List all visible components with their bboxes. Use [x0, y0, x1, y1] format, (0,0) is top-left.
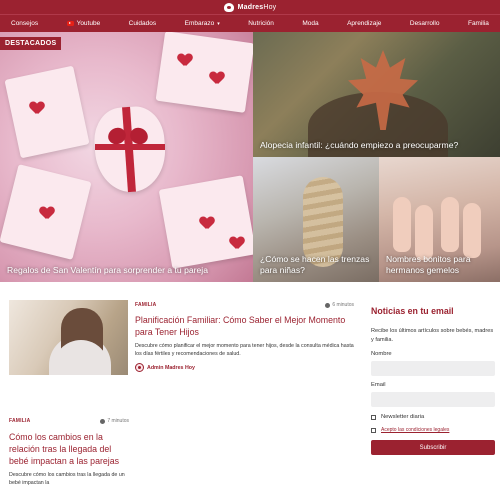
heart-decoration — [178, 54, 192, 66]
newsletter-description: Recibe los últimos artículos sobre bebés… — [371, 328, 494, 343]
nav-item-consejos[interactable]: Consejos — [11, 20, 38, 27]
featured-main-title[interactable]: Regalos de San Valentín para sorprender … — [7, 265, 246, 276]
featured-bottom-right-title[interactable]: Nombres bonitos para hermanos gemelos — [386, 254, 493, 276]
name-label: Nombre — [371, 351, 392, 357]
article-category[interactable]: FAMILIA — [135, 302, 156, 308]
logo-icon — [223, 2, 234, 12]
nav-label: Consejos — [11, 20, 39, 27]
nav-label: Aprendizaje — [347, 20, 382, 27]
newsletter-title: Noticias en tu email — [371, 306, 454, 316]
article-meta: FAMILIA 7 minutos — [9, 416, 129, 426]
nav-item-youtube[interactable]: Youtube — [66, 20, 101, 27]
author-avatar-icon — [135, 363, 144, 372]
site-logo[interactable]: MadresHoy — [238, 4, 277, 11]
heart-decoration — [200, 217, 214, 229]
nav-label: Youtube — [76, 20, 101, 27]
nav-item-nutricion[interactable]: Nutrición — [248, 20, 274, 27]
daily-newsletter-option: Newsletter diaria — [371, 414, 495, 420]
featured-bottom-left-tile[interactable]: ¿Cómo se hacen las trenzas para niñas? — [253, 157, 379, 282]
article-description: Descubre cómo planificar el mejor moment… — [135, 343, 354, 357]
nav-item-embarazo[interactable]: Embarazo ▾ — [185, 20, 220, 27]
nav-item-desarrollo[interactable]: Desarrollo — [410, 20, 440, 27]
daily-newsletter-checkbox[interactable] — [371, 414, 376, 420]
nav-label: Desarrollo — [409, 20, 440, 27]
logo-text-regular: Hoy — [263, 3, 277, 11]
gift-box-image — [155, 32, 253, 113]
nav-label: Familia — [467, 20, 489, 27]
email-label: Email — [371, 382, 386, 388]
nav-label: Nutrición — [248, 20, 274, 27]
read-time-label: 7 minutos — [107, 418, 129, 424]
email-field[interactable] — [371, 392, 495, 407]
article-title[interactable]: Cómo los cambios en la relación tras la … — [9, 431, 129, 467]
terms-link[interactable]: Acepto las condiciones legales — [381, 427, 449, 433]
youtube-icon — [66, 21, 74, 26]
article-card: FAMILIA 7 minutos Cómo los cambios en la… — [9, 416, 129, 487]
article-card: FAMILIA 6 minutos Planificación Familiar… — [9, 300, 354, 375]
subscribe-button[interactable]: Subscribir — [371, 440, 495, 455]
article-body: FAMILIA 6 minutos Planificación Familiar… — [135, 300, 354, 375]
heart-decoration — [230, 237, 244, 249]
gift-box-image — [4, 65, 90, 159]
baby-feet-image — [463, 203, 481, 258]
heart-decoration — [30, 102, 44, 114]
read-time: 7 minutos — [100, 418, 129, 424]
nav-label: Moda — [302, 20, 319, 27]
clock-icon — [325, 302, 331, 308]
terms-checkbox[interactable] — [371, 427, 376, 433]
header-brand-bar: MadresHoy — [0, 0, 500, 14]
newsletter-widget: Noticias en tu email Recibe los últimos … — [371, 306, 495, 455]
daily-newsletter-label: Newsletter diaria — [381, 414, 425, 420]
article-list: FAMILIA 6 minutos Planificación Familiar… — [9, 300, 354, 486]
featured-section: DESTACADOS Regalos de San Valentín para … — [0, 32, 500, 282]
featured-top-tile[interactable]: Alopecia infantil: ¿cuándo empiezo a pre… — [253, 32, 500, 157]
read-time: 6 minutos — [325, 302, 354, 308]
nav-label: Embarazo — [184, 20, 215, 27]
featured-bottom-left-title[interactable]: ¿Cómo se hacen las trenzas para niñas? — [260, 254, 372, 276]
featured-bottom-right-tile[interactable]: Nombres bonitos para hermanos gemelos — [379, 157, 500, 282]
baby-feet-image — [441, 197, 459, 252]
nav-label: Cuidados — [128, 20, 157, 27]
bow-image — [108, 124, 148, 154]
clock-icon — [100, 418, 106, 424]
article-author[interactable]: Admin Madres Hoy — [135, 363, 354, 372]
nav-item-moda[interactable]: Moda — [302, 20, 318, 27]
article-description: Descubre cómo los cambios tras la llegad… — [9, 472, 125, 486]
author-name: Admin Madres Hoy — [147, 364, 195, 371]
featured-top-title[interactable]: Alopecia infantil: ¿cuándo empiezo a pre… — [260, 140, 493, 151]
article-category[interactable]: FAMILIA — [9, 418, 30, 424]
nav-item-familia[interactable]: Familia — [468, 20, 489, 27]
read-time-label: 6 minutos — [332, 302, 354, 308]
featured-main-tile[interactable]: DESTACADOS Regalos de San Valentín para … — [0, 32, 253, 282]
baby-feet-image — [393, 197, 411, 252]
main-nav: Consejos Youtube Cuidados Embarazo ▾ Nutr… — [0, 14, 500, 32]
terms-option: Acepto las condiciones legales — [371, 427, 495, 433]
article-thumbnail[interactable] — [9, 300, 128, 375]
logo-text-bold: Madres — [237, 3, 264, 11]
baby-feet-image — [415, 205, 433, 260]
chevron-down-icon: ▾ — [217, 20, 220, 27]
article-meta: FAMILIA 6 minutos — [135, 300, 354, 310]
nav-item-cuidados[interactable]: Cuidados — [129, 20, 156, 27]
heart-decoration — [210, 72, 224, 84]
featured-badge: DESTACADOS — [0, 37, 62, 50]
nav-item-aprendizaje[interactable]: Aprendizaje — [347, 20, 381, 27]
heart-decoration — [40, 207, 54, 219]
name-field[interactable] — [371, 361, 495, 376]
article-title[interactable]: Planificación Familiar: Cómo Saber el Me… — [135, 314, 354, 338]
